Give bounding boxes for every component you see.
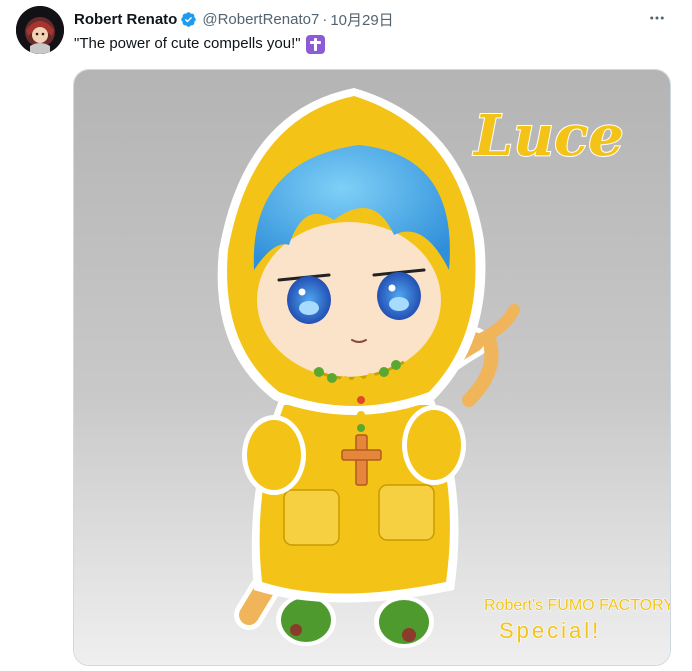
verified-badge-icon[interactable]: [180, 11, 197, 28]
latin-cross-emoji: [305, 34, 325, 54]
post-media[interactable]: Luce Robert's FUMO FACTORY Special!: [73, 69, 671, 666]
tweet-body: "The power of cute compells you!": [74, 35, 301, 52]
avatar-image: [16, 6, 64, 54]
more-options-icon[interactable]: [645, 6, 669, 30]
fumo-illustration: Luce Robert's FUMO FACTORY Special!: [74, 70, 670, 665]
post-header: Robert Renato @RobertRenato7 · 10月29日: [74, 8, 394, 30]
separator-dot: ·: [322, 10, 328, 28]
author-name[interactable]: Robert Renato: [74, 11, 177, 28]
image-title-text: Luce: [472, 103, 624, 169]
post-date[interactable]: 10月29日: [330, 9, 393, 30]
tweet-text: "The power of cute compells you!": [74, 34, 325, 54]
avatar[interactable]: [16, 6, 64, 54]
image-signature-line1: Robert's FUMO FACTORY: [484, 597, 670, 614]
image-signature-line2: Special!: [499, 618, 601, 643]
tweet: Robert Renato @RobertRenato7 · 10月29日 "T…: [0, 0, 692, 671]
author-handle[interactable]: @RobertRenato7: [202, 11, 319, 28]
